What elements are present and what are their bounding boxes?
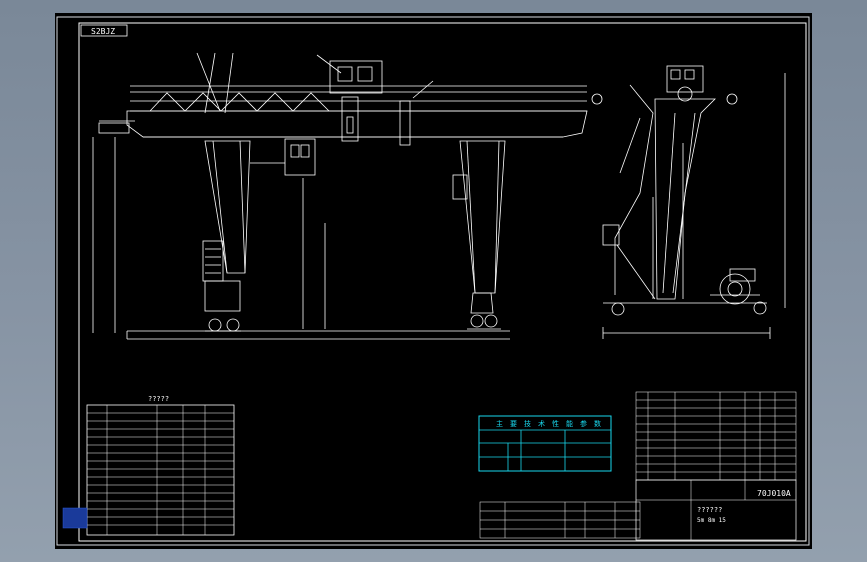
- cad-drawing-sheet: S2BJZ ????? 主 要 技 术 性 能 参 数 70J010A ????…: [56, 16, 810, 546]
- tech-table-title-7: 参: [580, 419, 587, 428]
- tech-table-title-6: 能: [566, 419, 573, 428]
- tech-table-title-3: 技: [524, 419, 531, 428]
- crane-side-elevation: [591, 65, 786, 339]
- tech-table-title-1: 主: [496, 419, 503, 428]
- crane-front-elevation: [92, 52, 588, 340]
- tech-table-title-5: 性: [552, 419, 559, 428]
- parameters-table: ?????: [62, 395, 235, 536]
- title-block-code: 70J010A: [757, 489, 791, 498]
- tech-table-title-4: 术: [538, 419, 545, 428]
- title-block: 70J010A ?????? 5m 8m 15: [635, 479, 797, 541]
- parameters-table-title: ?????: [148, 395, 169, 403]
- tech-table-title-8: 数: [594, 419, 601, 428]
- title-block-line-1: ??????: [697, 506, 722, 514]
- title-block-line-2: 5m 8m 15: [697, 517, 726, 524]
- bottom-parts-strip: [479, 501, 641, 539]
- tech-table-title-2: 要: [510, 420, 517, 428]
- technical-parameters-table: 主 要 技 术 性 能 参 数: [478, 415, 612, 472]
- cad-viewport[interactable]: S2BJZ ????? 主 要 技 术 性 能 参 数 70J010A ????…: [55, 13, 812, 549]
- parts-list-table: [635, 391, 797, 481]
- drawing-number-tag: S2BJZ: [91, 27, 115, 36]
